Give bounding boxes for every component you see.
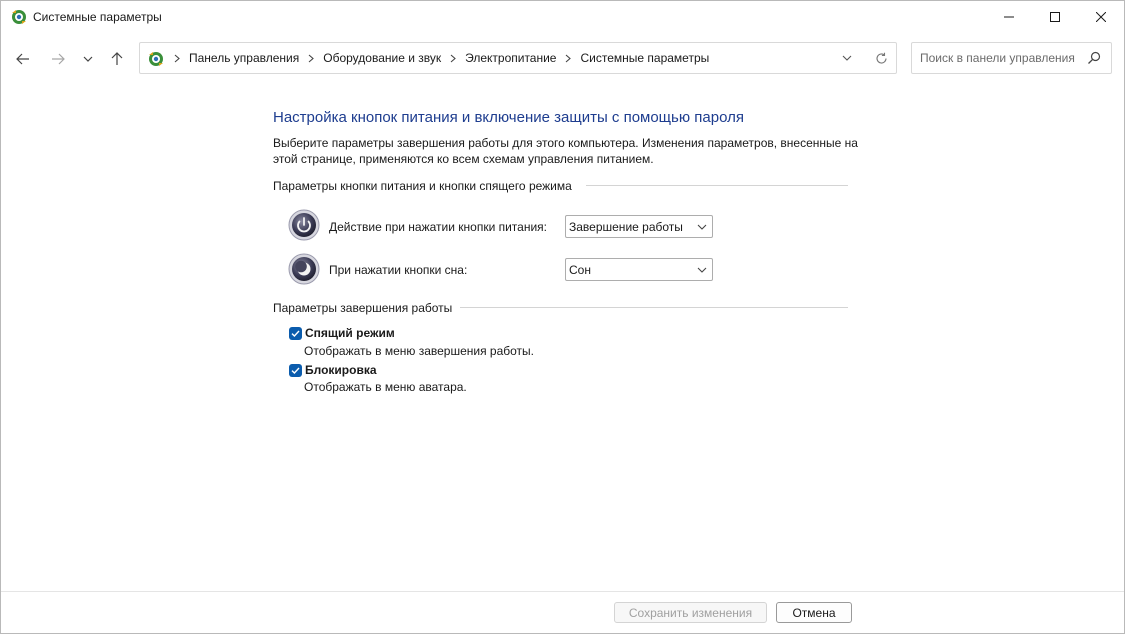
breadcrumb-item[interactable]: Электропитание <box>460 51 561 65</box>
chevron-down-icon <box>83 56 93 62</box>
power-icon <box>288 209 320 241</box>
chevron-down-icon <box>696 221 708 233</box>
breadcrumb-item[interactable]: Системные параметры <box>575 51 714 65</box>
breadcrumb-item[interactable]: Панель управления <box>184 51 304 65</box>
maximize-icon <box>1050 12 1060 22</box>
minimize-icon <box>1004 16 1014 18</box>
sleep-checkbox[interactable] <box>289 327 302 340</box>
breadcrumb: Панель управления Оборудование и звук Эл… <box>170 43 714 73</box>
save-changes-button[interactable]: Сохранить изменения <box>614 602 767 623</box>
arrow-right-icon <box>52 53 65 65</box>
refresh-button[interactable] <box>870 43 892 73</box>
footer-divider <box>1 591 1124 592</box>
window-title: Системные параметры <box>33 10 162 24</box>
chevron-down-icon <box>842 55 852 61</box>
close-icon <box>1096 12 1106 22</box>
sleep-button-action-select[interactable]: Сон <box>565 258 713 281</box>
minimize-button[interactable] <box>986 1 1032 33</box>
search-icon[interactable] <box>1086 50 1102 66</box>
chevron-down-icon <box>696 264 708 276</box>
title-bar: Системные параметры <box>1 1 1124 33</box>
chevron-right-icon[interactable] <box>446 43 460 73</box>
arrow-up-icon <box>111 52 123 65</box>
checkmark-icon <box>291 330 300 338</box>
power-buttons-group-title: Параметры кнопки питания и кнопки спящег… <box>273 179 572 193</box>
address-bar[interactable]: Панель управления Оборудование и звук Эл… <box>139 42 897 74</box>
power-button-label: Действие при нажатии кнопки питания: <box>329 220 548 234</box>
breadcrumb-item[interactable]: Оборудование и звук <box>318 51 446 65</box>
recent-locations-button[interactable] <box>75 39 101 79</box>
close-button[interactable] <box>1078 1 1124 33</box>
lock-checkbox[interactable] <box>289 364 302 377</box>
select-value: Сон <box>569 263 591 277</box>
page-description: Выберите параметры завершения работы для… <box>273 136 858 166</box>
page-title: Настройка кнопок питания и включение защ… <box>273 109 744 126</box>
forward-button[interactable] <box>44 39 72 79</box>
maximize-button[interactable] <box>1032 1 1078 33</box>
select-value: Завершение работы <box>569 220 683 234</box>
address-history-button[interactable] <box>836 43 858 73</box>
search-input[interactable] <box>913 44 1090 72</box>
group-divider <box>460 307 848 308</box>
group-divider <box>586 185 848 186</box>
window: Системные параметры Панель управления Об… <box>0 0 1125 634</box>
control-panel-icon <box>10 8 28 26</box>
sleep-checkbox-description: Отображать в меню завершения работы. <box>304 344 535 358</box>
lock-checkbox-label[interactable]: Блокировка <box>305 363 377 377</box>
navigation-bar: Панель управления Оборудование и звук Эл… <box>1 39 1124 79</box>
checkmark-icon <box>291 367 300 375</box>
back-button[interactable] <box>9 39 37 79</box>
sleep-button-label: При нажатии кнопки сна: <box>329 263 468 277</box>
chevron-right-icon[interactable] <box>304 43 318 73</box>
arrow-left-icon <box>16 53 29 65</box>
up-button[interactable] <box>103 39 131 79</box>
chevron-right-icon[interactable] <box>561 43 575 73</box>
shutdown-group-title: Параметры завершения работы <box>273 301 453 315</box>
cancel-button[interactable]: Отмена <box>776 602 852 623</box>
chevron-right-icon <box>170 43 184 73</box>
refresh-icon <box>875 52 887 64</box>
moon-icon <box>288 253 320 285</box>
sleep-checkbox-label[interactable]: Спящий режим <box>305 326 395 340</box>
power-button-action-select[interactable]: Завершение работы <box>565 215 713 238</box>
search-box <box>911 42 1112 74</box>
lock-checkbox-description: Отображать в меню аватара. <box>304 380 467 394</box>
control-panel-icon <box>147 50 165 68</box>
